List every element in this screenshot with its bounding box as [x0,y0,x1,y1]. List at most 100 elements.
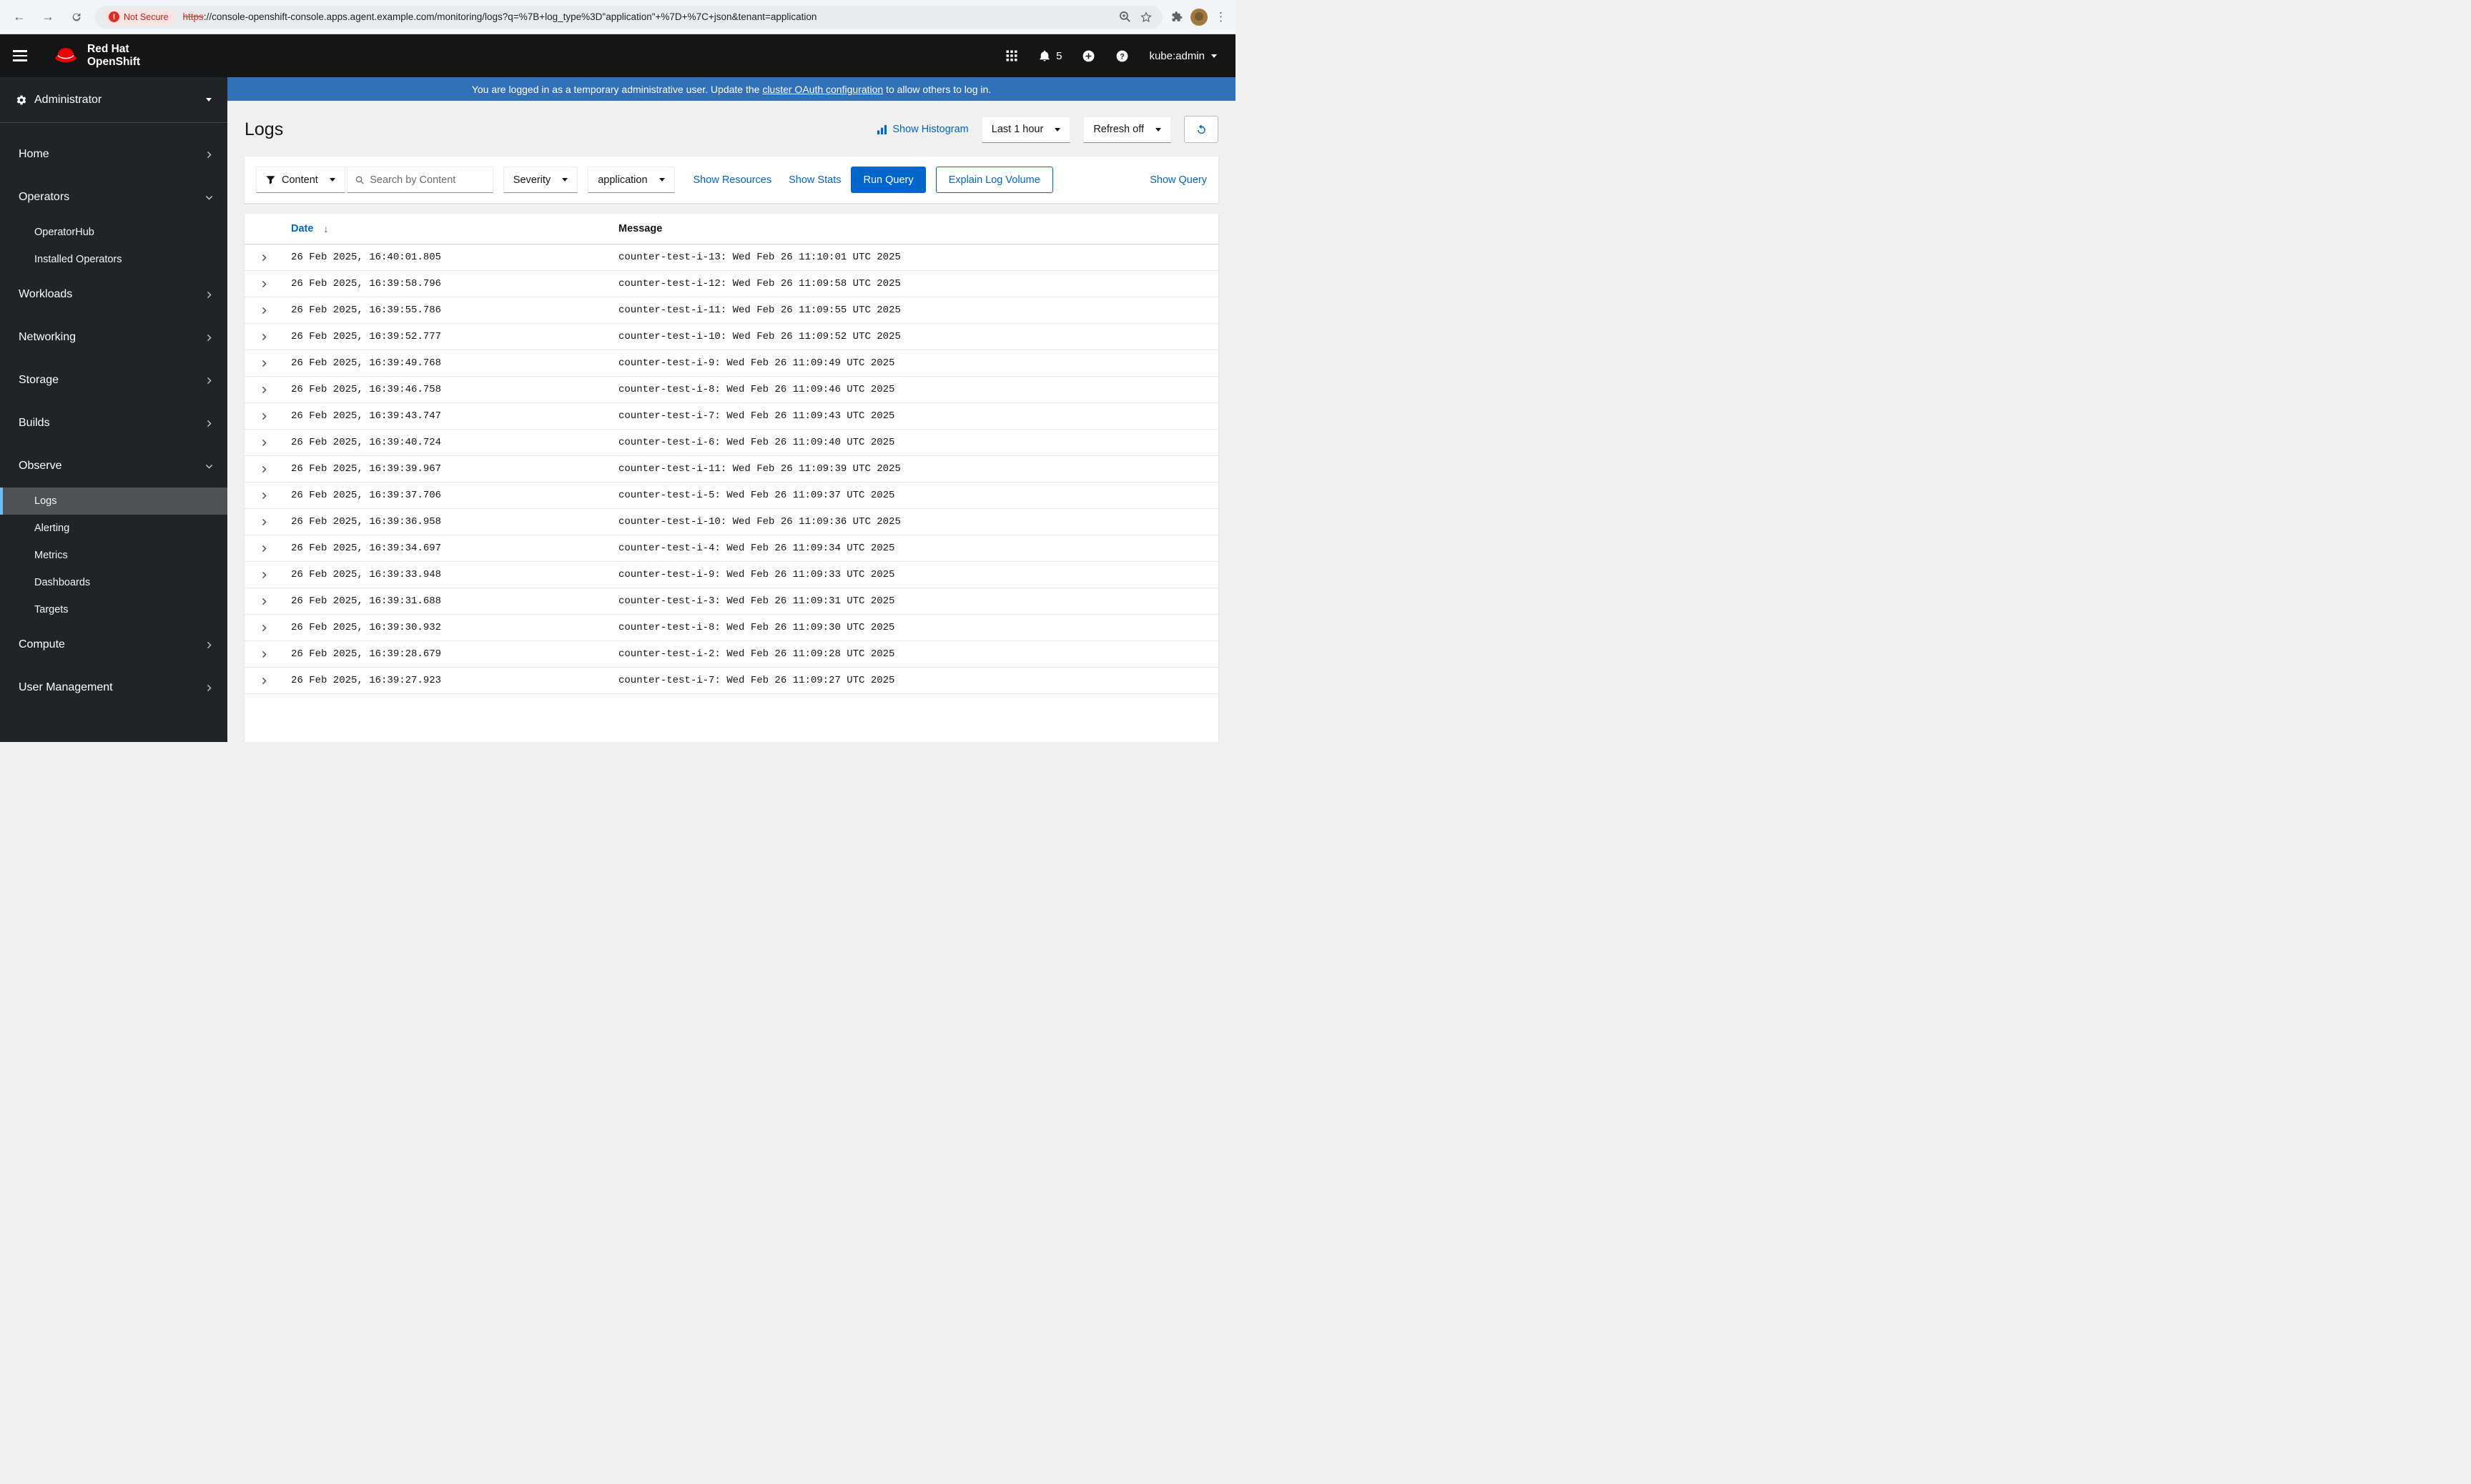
expand-row-button[interactable] [259,517,270,528]
sidebar-item-user-management[interactable]: User Management [0,666,227,709]
sidebar-item-logs[interactable]: Logs [0,488,227,515]
sidebar-item-targets[interactable]: Targets [0,596,227,623]
perspective-switcher[interactable]: Administrator [0,77,227,123]
explain-log-volume-button[interactable]: Explain Log Volume [935,167,1053,193]
chevron-right-icon [205,151,213,159]
content-filter-select[interactable]: Content [256,167,345,193]
refresh-now-button[interactable] [1184,116,1218,143]
help-button[interactable]: ? [1115,49,1129,63]
expand-row-button[interactable] [259,676,270,686]
tenant-select[interactable]: application [588,167,675,193]
sidebar-item-networking[interactable]: Networking [0,316,227,359]
expand-row-button[interactable] [259,464,270,475]
log-date: 26 Feb 2025, 16:39:58.796 [280,270,613,297]
banner-text-after: to allow others to log in. [883,83,992,95]
refresh-interval-select[interactable]: Refresh off [1083,116,1171,143]
expand-cell [245,402,280,430]
table-row: 26 Feb 2025, 16:40:01.805 counter-test-i-… [245,244,1218,271]
chevron-down-icon [205,194,213,202]
chevron-right-icon [205,291,213,299]
browser-back-button[interactable]: ← [9,6,30,28]
search-input[interactable] [370,174,485,186]
expand-row-button[interactable] [259,623,270,633]
expand-row-button[interactable] [259,332,270,342]
search-icon [355,176,364,184]
notifications-button[interactable]: 5 [1038,49,1062,62]
time-range-select[interactable]: Last 1 hour [981,116,1071,143]
sidebar-item-storage[interactable]: Storage [0,359,227,402]
log-date: 26 Feb 2025, 16:39:55.786 [280,297,613,324]
expand-row-button[interactable] [259,385,270,395]
log-message: counter-test-i-5: Wed Feb 26 11:09:37 UT… [613,482,1218,509]
user-menu[interactable]: kube:admin [1149,50,1217,62]
show-query-button[interactable]: Show Query [1150,174,1207,186]
sidebar-item-alerting[interactable]: Alerting [0,515,227,542]
browser-menu-icon[interactable]: ⋮ [1215,10,1227,24]
cluster-oauth-link[interactable]: cluster OAuth configuration [762,84,883,95]
nav-toggle-button[interactable] [13,43,39,69]
run-query-button[interactable]: Run Query [851,167,926,193]
sidebar-item-builds[interactable]: Builds [0,402,227,445]
show-stats-button[interactable]: Show Stats [789,174,841,186]
log-message: counter-test-i-9: Wed Feb 26 11:09:33 UT… [613,561,1218,588]
log-message: counter-test-i-13: Wed Feb 26 11:10:01 U… [613,244,1218,271]
sidebar-item-label: User Management [19,681,113,693]
expand-row-button[interactable] [259,305,270,316]
expand-row-button[interactable] [259,358,270,369]
show-histogram-button[interactable]: Show Histogram [877,124,969,135]
sort-descending-icon: ↓ [323,223,329,234]
log-message: counter-test-i-4: Wed Feb 26 11:09:34 UT… [613,535,1218,562]
url-protocol: https [182,11,204,22]
sidebar-item-operators[interactable]: Operators [0,176,227,219]
sidebar-item-metrics[interactable]: Metrics [0,542,227,569]
red-hat-logo-icon [55,48,77,63]
expand-row-button[interactable] [259,490,270,501]
security-badge[interactable]: ! Not Secure [104,9,176,24]
expand-row-button[interactable] [259,437,270,448]
expand-cell [245,376,280,403]
table-row: 26 Feb 2025, 16:39:28.679 counter-test-i-… [245,640,1218,668]
browser-reload-button[interactable] [66,6,87,28]
sidebar-item-compute[interactable]: Compute [0,623,227,666]
expand-row-button[interactable] [259,649,270,660]
bookmark-star-icon[interactable] [1140,11,1153,24]
table-row: 26 Feb 2025, 16:39:27.923 counter-test-i-… [245,667,1218,694]
table-row: 26 Feb 2025, 16:39:33.948 counter-test-i-… [245,561,1218,588]
sidebar-item-installed-operators[interactable]: Installed Operators [0,246,227,273]
sidebar-item-home[interactable]: Home [0,133,227,176]
expand-row-button[interactable] [259,279,270,290]
log-date: 26 Feb 2025, 16:39:49.768 [280,350,613,377]
extensions-icon[interactable] [1170,10,1183,24]
expand-cell [245,667,280,694]
address-bar[interactable]: ! Not Secure https://console-openshift-c… [94,5,1163,29]
app-launcher-button[interactable] [1005,49,1018,62]
reload-icon [72,12,81,21]
severity-select[interactable]: Severity [503,167,578,193]
expand-row-button[interactable] [259,252,270,263]
sidebar-item-operatorhub[interactable]: OperatorHub [0,219,227,246]
browser-chrome: ← → ! Not Secure https://console-openshi… [0,0,1236,34]
sidebar-item-workloads[interactable]: Workloads [0,273,227,316]
date-sort-button[interactable]: Date ↓ [291,223,328,234]
add-button[interactable] [1082,49,1095,63]
browser-avatar[interactable] [1190,8,1208,26]
sidebar-item-dashboards[interactable]: Dashboards [0,569,227,596]
brand-line1: Red Hat [87,43,129,56]
chevron-right-icon [205,334,213,342]
expand-cell [245,244,280,271]
expand-cell [245,614,280,641]
expand-row-button[interactable] [259,596,270,607]
app-grid-icon [1006,50,1017,61]
sidebar-item-label: Home [19,148,49,160]
log-date: 26 Feb 2025, 16:40:01.805 [280,244,613,271]
sidebar-item-observe[interactable]: Observe [0,445,227,488]
query-toolbar: Content Severity application Show Resour… [245,157,1218,203]
log-message: counter-test-i-3: Wed Feb 26 11:09:31 UT… [613,588,1218,615]
show-resources-button[interactable]: Show Resources [694,174,772,186]
expand-row-button[interactable] [259,411,270,422]
browser-forward-button[interactable]: → [37,6,59,28]
zoom-icon[interactable] [1119,11,1131,23]
chevron-down-icon [1155,127,1161,132]
expand-row-button[interactable] [259,543,270,554]
expand-row-button[interactable] [259,570,270,580]
